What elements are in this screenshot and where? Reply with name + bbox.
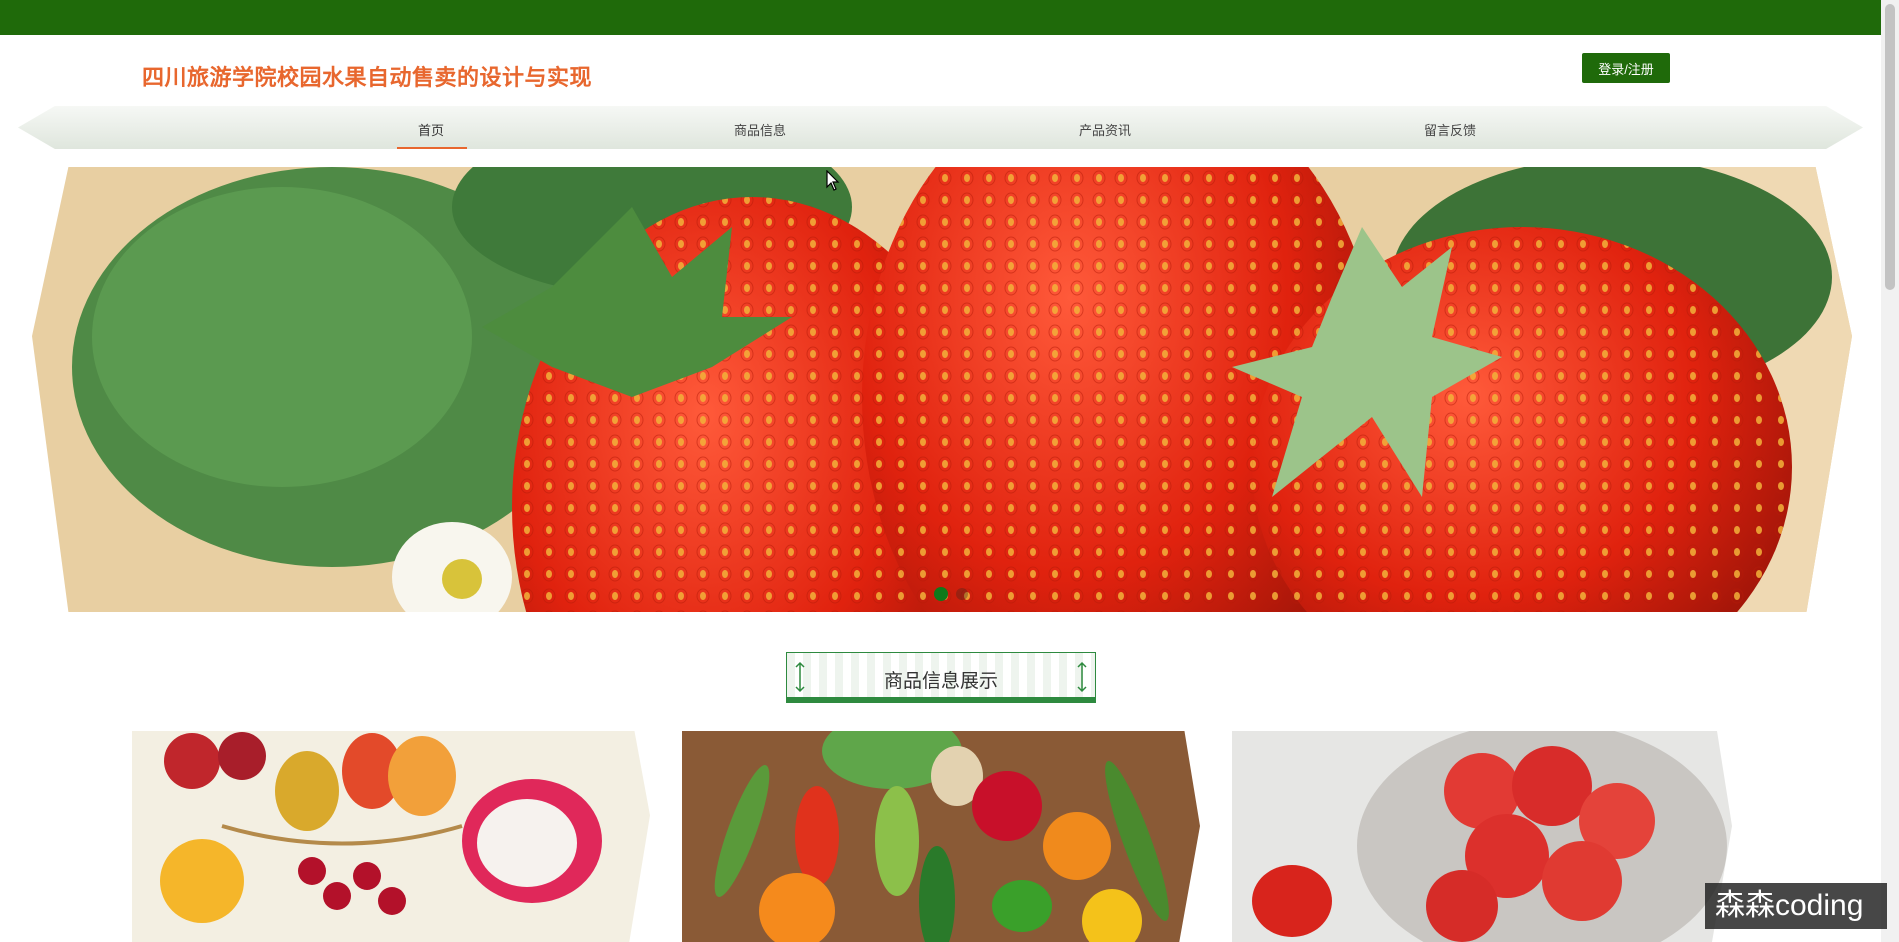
top-bar [0, 0, 1881, 35]
carousel-dot[interactable] [956, 588, 968, 600]
section-heading: 商品信息展示 [786, 652, 1096, 703]
strawberries-photo [32, 167, 1852, 612]
nav-item-news[interactable]: 产品资讯 [1079, 120, 1131, 139]
product-card[interactable] [1232, 731, 1732, 942]
site-title: 四川旅游学院校园水果自动售卖的设计与实现 [142, 65, 593, 90]
nav-active-indicator [397, 147, 467, 149]
product-card[interactable] [682, 731, 1200, 942]
mouse-cursor-icon [826, 170, 840, 191]
banner-carousel[interactable] [32, 167, 1852, 612]
nav-item-feedback[interactable]: 留言反馈 [1424, 120, 1476, 139]
main-nav: 首页 商品信息 产品资讯 留言反馈 [18, 106, 1863, 149]
carousel-dot-active[interactable] [934, 587, 948, 601]
product-card[interactable] [132, 731, 650, 942]
fruit-basket-photo [132, 731, 650, 942]
section-title: 商品信息展示 [883, 671, 998, 692]
login-register-button[interactable]: 登录/注册 [1582, 53, 1670, 83]
vegetables-photo [682, 731, 1200, 942]
scrollbar[interactable] [1881, 0, 1899, 942]
strawberry-bowl-photo [1232, 731, 1732, 942]
bracket-right-icon [1077, 661, 1087, 693]
nav-item-products[interactable]: 商品信息 [734, 120, 786, 139]
nav-item-home[interactable]: 首页 [418, 120, 444, 139]
watermark: 森森coding [1705, 883, 1887, 929]
scrollbar-thumb[interactable] [1885, 4, 1895, 290]
